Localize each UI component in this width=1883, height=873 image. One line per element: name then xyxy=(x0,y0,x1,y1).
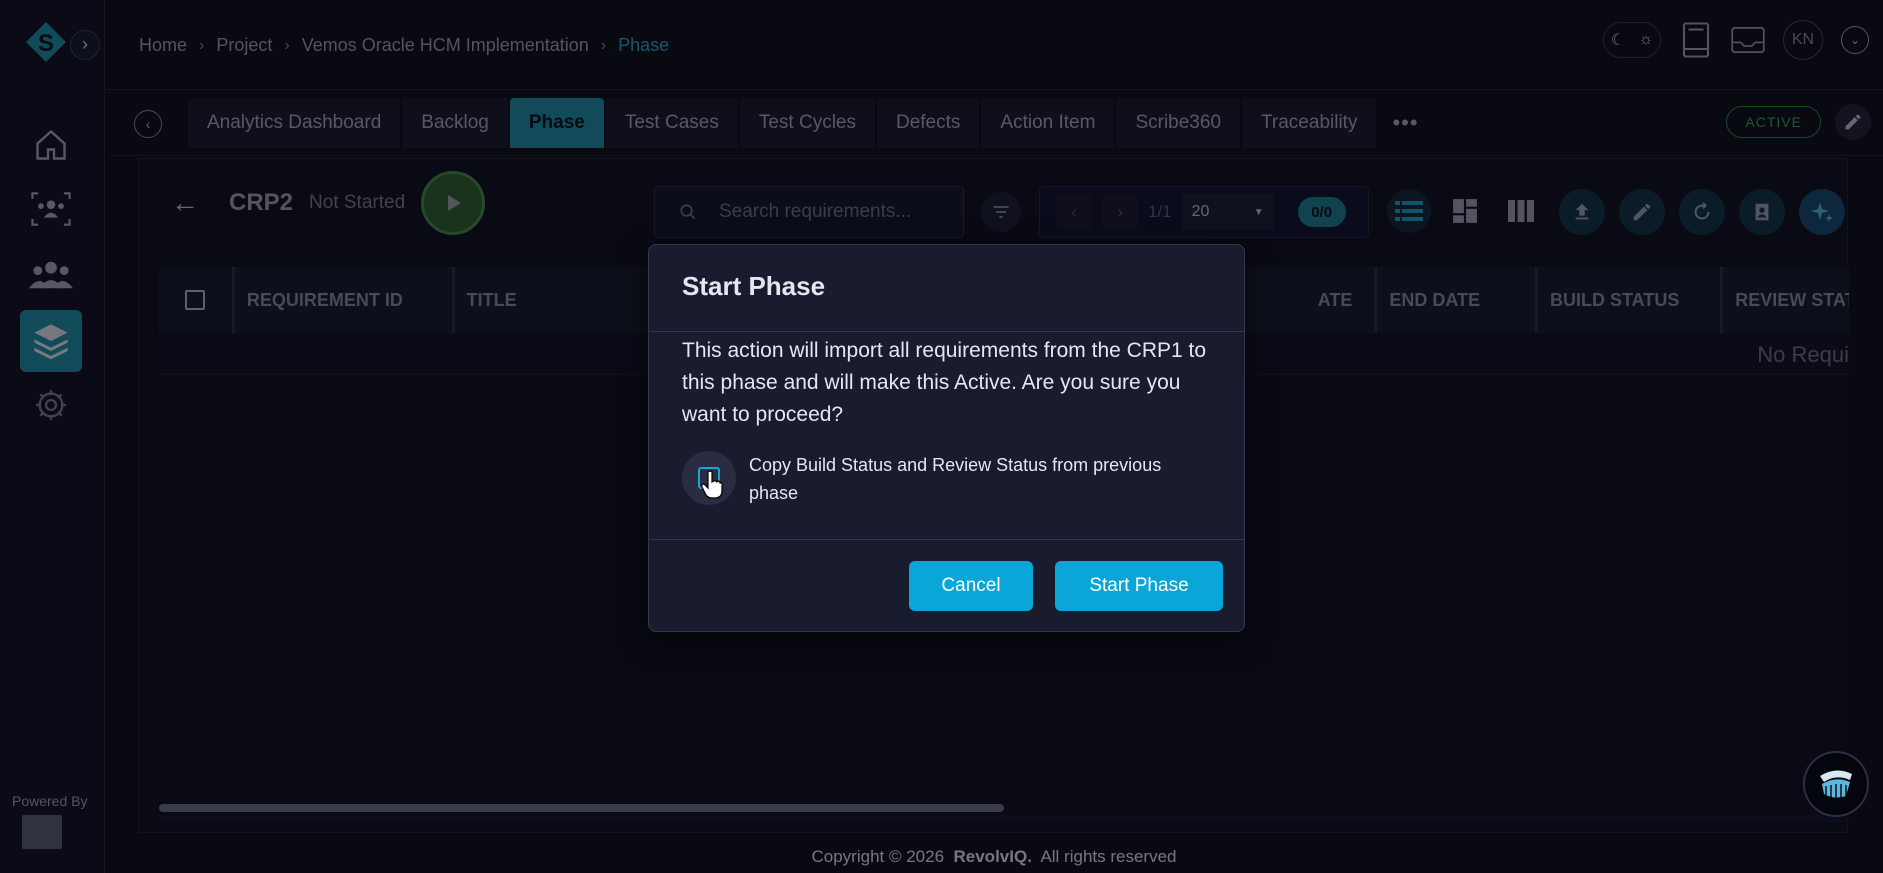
assistant-chat-button[interactable] xyxy=(1803,751,1869,817)
assistant-logo-icon xyxy=(1820,770,1852,799)
dialog-divider xyxy=(649,331,1244,332)
dialog-title: Start Phase xyxy=(682,271,826,301)
dialog-divider xyxy=(649,539,1244,540)
start-phase-dialog: Start Phase This action will import all … xyxy=(648,244,1245,632)
cancel-button[interactable]: Cancel xyxy=(909,561,1033,611)
confirm-start-phase-button[interactable]: Start Phase xyxy=(1055,561,1223,611)
app-root: S › Powered By Home › Project › Vemos Or… xyxy=(0,0,1883,873)
dialog-message: This action will import all requirements… xyxy=(682,339,1207,426)
hand-pointer-icon xyxy=(701,470,723,499)
copy-status-checkbox-label[interactable]: Copy Build Status and Review Status from… xyxy=(749,451,1209,507)
